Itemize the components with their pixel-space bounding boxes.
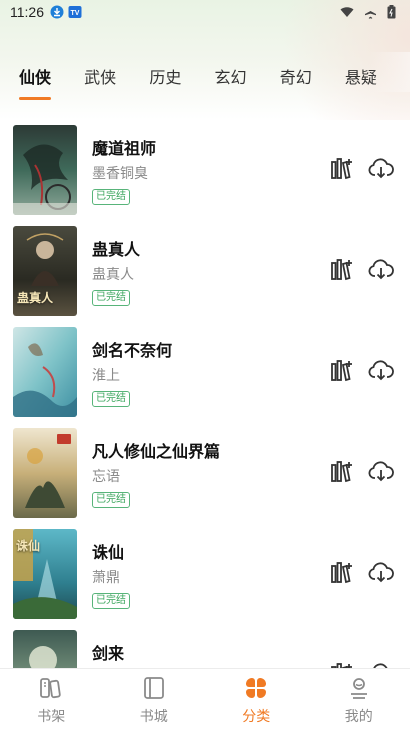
bookshelf-icon (40, 678, 61, 699)
status-badge: 已完结 (92, 391, 130, 407)
add-to-shelf-button[interactable] (330, 359, 354, 383)
status-badge: 已完结 (92, 492, 130, 508)
add-to-shelf-button[interactable] (330, 157, 354, 181)
status-badge: 已完结 (92, 290, 130, 306)
book-list[interactable]: 魔道祖师 墨香铜臭 已完结 蛊真人 蛊真人 蛊真人 已完结 剑名不奈何 淮上 已… (0, 118, 410, 668)
wifi-icon (340, 6, 354, 18)
book-title[interactable]: 诛仙 (92, 539, 124, 563)
book-cover[interactable] (13, 327, 77, 417)
tab-history[interactable]: 历史 (149, 52, 214, 102)
cover-title: 蛊真人 (17, 291, 54, 305)
book-author: 蛊真人 (92, 267, 134, 283)
status-badge: 已完结 (92, 189, 130, 205)
book-title[interactable]: 蛊真人 (92, 236, 140, 260)
add-to-shelf-icon (331, 562, 352, 584)
tab-fantasy[interactable]: 奇幻 (280, 52, 345, 102)
book-cover[interactable] (13, 125, 77, 215)
tabs-fade-overlay (370, 52, 410, 92)
book-author: 墨香铜臭 (92, 166, 148, 182)
book-author: 忘语 (92, 469, 120, 485)
book-author: 萧鼎 (92, 570, 120, 586)
download-button[interactable] (368, 158, 394, 180)
tab-xuanhuan[interactable]: 玄幻 (215, 52, 280, 102)
download-button[interactable] (368, 259, 394, 281)
profile-icon (350, 678, 367, 699)
battery-icon (387, 5, 396, 19)
nav-label: 书架 (37, 709, 66, 725)
list-item[interactable]: 凡人修仙之仙界篇 忘语 已完结 (0, 421, 410, 522)
tab-wuxia[interactable]: 武侠 (84, 52, 149, 102)
tab-xianxia[interactable]: 仙侠 (19, 52, 84, 102)
category-icon (246, 678, 267, 698)
nav-label: 分类 (242, 709, 271, 725)
book-cover[interactable]: 蛊真人 (13, 226, 77, 316)
nav-bookshelf[interactable]: 书架 (0, 669, 103, 729)
book-title[interactable]: 剑来 (92, 640, 124, 664)
add-to-shelf-button[interactable] (330, 561, 354, 585)
add-to-shelf-icon (331, 360, 352, 382)
airplane-mode-icon (364, 6, 377, 19)
list-item[interactable]: 诛仙 诛仙 萧鼎 已完结 (0, 522, 410, 623)
book-city-icon (143, 677, 164, 699)
book-title[interactable]: 凡人修仙之仙界篇 (92, 438, 220, 462)
download-button[interactable] (368, 360, 394, 382)
add-to-shelf-icon (331, 461, 352, 483)
cloud-download-icon (368, 461, 394, 482)
svg-text:TV: TV (71, 10, 80, 17)
status-badge: 已完结 (92, 593, 130, 609)
book-title[interactable]: 剑名不奈何 (92, 337, 172, 361)
book-cover[interactable]: 诛仙 (13, 529, 77, 619)
add-to-shelf-icon (331, 158, 352, 180)
category-tabs: 仙侠 武侠 历史 玄幻 奇幻 悬疑 (0, 52, 410, 102)
cloud-download-icon (368, 259, 394, 280)
cloud-download-icon (368, 158, 394, 179)
list-item[interactable]: 魔道祖师 墨香铜臭 已完结 (0, 118, 410, 219)
add-to-shelf-button[interactable] (330, 460, 354, 484)
nav-book-city[interactable]: 书城 (103, 669, 206, 729)
nav-label: 书城 (139, 709, 168, 725)
add-to-shelf-icon (331, 259, 352, 281)
book-cover[interactable] (13, 630, 77, 668)
cover-title: 诛仙 (16, 539, 41, 553)
nav-label: 我的 (344, 709, 373, 725)
status-time: 11:26 (10, 4, 44, 20)
download-button[interactable] (368, 461, 394, 483)
nav-category[interactable]: 分类 (205, 669, 308, 729)
book-title[interactable]: 魔道祖师 (92, 135, 156, 159)
tv-app-icon: TV (68, 5, 82, 19)
nav-profile[interactable]: 我的 (308, 669, 410, 729)
list-item[interactable]: 剑名不奈何 淮上 已完结 (0, 320, 410, 421)
add-to-shelf-button[interactable] (330, 258, 354, 282)
cloud-download-icon (368, 360, 394, 381)
book-cover[interactable] (13, 428, 77, 518)
list-item[interactable]: 蛊真人 蛊真人 蛊真人 已完结 (0, 219, 410, 320)
cloud-download-icon (368, 562, 394, 583)
status-bar: 11:26 TV (0, 0, 410, 24)
book-author: 淮上 (92, 368, 120, 384)
download-status-icon (50, 5, 64, 19)
list-item[interactable]: 剑来 (0, 623, 410, 668)
bottom-nav: 书架 书城 分类 我的 (0, 668, 410, 729)
download-button[interactable] (368, 562, 394, 584)
